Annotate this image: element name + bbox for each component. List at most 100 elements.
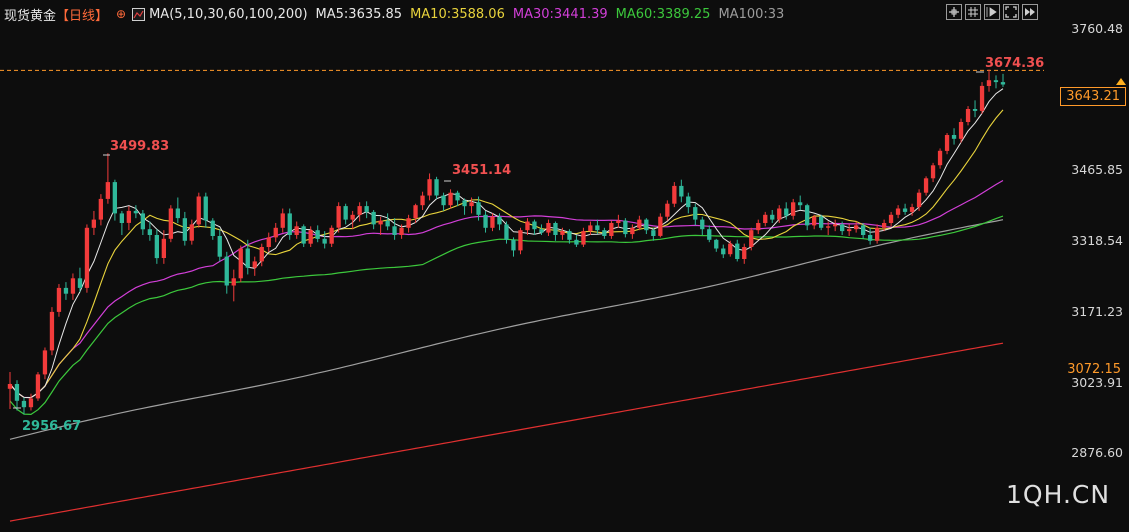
candle-body bbox=[609, 223, 614, 236]
fullscreen-icon[interactable] bbox=[1003, 4, 1019, 20]
ma10-value: MA10:3588.06 bbox=[410, 6, 505, 22]
candle-body bbox=[336, 206, 341, 228]
ma-params-label[interactable]: MA(5,10,30,60,100,200) bbox=[149, 7, 307, 22]
candle-body bbox=[854, 225, 859, 230]
candle-body bbox=[28, 398, 34, 408]
candle-body bbox=[819, 216, 824, 228]
candle-body bbox=[693, 207, 698, 220]
candle-body bbox=[784, 208, 789, 216]
candle-body bbox=[868, 235, 873, 241]
candle-body bbox=[49, 311, 55, 351]
candle-body bbox=[812, 216, 817, 226]
candle-body bbox=[245, 248, 250, 268]
candle-body bbox=[315, 230, 320, 239]
candle-body bbox=[357, 206, 362, 215]
y-tick-label: 3171.23 bbox=[1071, 304, 1123, 319]
candle-body bbox=[651, 230, 656, 236]
annotation-high-3: 3674.36 bbox=[985, 56, 1044, 71]
candle-body bbox=[203, 196, 208, 221]
candle-body bbox=[84, 227, 90, 288]
candle-body bbox=[154, 235, 159, 259]
candle-body bbox=[280, 213, 285, 228]
candle-body bbox=[434, 179, 439, 196]
candle-body bbox=[56, 287, 62, 312]
candle-body bbox=[658, 216, 663, 236]
candle-body bbox=[329, 227, 334, 244]
candle-body bbox=[378, 220, 383, 225]
candle-body bbox=[490, 216, 495, 228]
target-icon[interactable]: ⊕ bbox=[116, 7, 126, 21]
current-price-tag: 3643.21 bbox=[1060, 87, 1126, 106]
candle-body bbox=[119, 213, 124, 223]
crosshair-icon[interactable] bbox=[946, 4, 962, 20]
candle-body bbox=[1000, 82, 1006, 85]
candle-body bbox=[322, 238, 327, 244]
candle-body bbox=[623, 220, 628, 235]
fast-forward-icon[interactable] bbox=[1022, 4, 1038, 20]
candle-body bbox=[140, 213, 145, 230]
candle-body bbox=[266, 237, 271, 247]
y-tick-label: 3760.48 bbox=[1071, 21, 1123, 36]
chart-toolbar bbox=[946, 4, 1038, 20]
candle-body bbox=[77, 278, 83, 288]
candle-body bbox=[630, 227, 635, 235]
instrument-title: 现货黄金 bbox=[4, 8, 57, 24]
candle-body bbox=[672, 185, 677, 204]
grid-icon[interactable] bbox=[965, 4, 981, 20]
candle-body bbox=[882, 223, 887, 228]
candle-body bbox=[951, 135, 957, 139]
play-icon[interactable] bbox=[984, 4, 1000, 20]
candle-body bbox=[861, 225, 866, 235]
candle-body bbox=[777, 208, 782, 220]
period-selector[interactable]: 【日线】 bbox=[56, 5, 108, 24]
candle-body bbox=[560, 231, 565, 235]
candle-body bbox=[406, 218, 411, 228]
candle-body bbox=[427, 179, 432, 196]
candle-body bbox=[644, 219, 649, 231]
ma200-price-tag: 3072.15 bbox=[1062, 361, 1126, 378]
candle-body bbox=[923, 178, 929, 193]
candle-body bbox=[581, 231, 586, 245]
current-price-marker-icon bbox=[1116, 78, 1126, 85]
y-tick-label: 3465.85 bbox=[1071, 162, 1123, 177]
candle-body bbox=[189, 224, 194, 241]
candle-body bbox=[895, 208, 901, 215]
ma200-line bbox=[9, 342, 1004, 522]
candle-body bbox=[175, 208, 180, 219]
candle-body bbox=[916, 192, 922, 208]
candle-body bbox=[798, 202, 803, 206]
candle-body bbox=[196, 196, 201, 225]
candlestick-chart[interactable]: 3499.83 3451.14 3674.36 2956.67 现货黄金 【日线】 ⊕… bbox=[0, 0, 1129, 532]
candle-body bbox=[826, 226, 831, 228]
candle-body bbox=[441, 195, 446, 206]
volume-strip bbox=[0, 521, 600, 532]
y-tick-label: 2876.60 bbox=[1071, 445, 1123, 460]
chart-plot-area[interactable]: 3499.83 3451.14 3674.36 2956.67 bbox=[0, 0, 1129, 532]
candle-body bbox=[553, 223, 558, 235]
candle-body bbox=[833, 224, 838, 227]
candle-body bbox=[805, 205, 810, 226]
candle-body bbox=[14, 384, 20, 401]
candle-body bbox=[944, 135, 950, 151]
candle-body bbox=[182, 218, 187, 241]
candle-body bbox=[958, 122, 964, 139]
candle-body bbox=[770, 214, 775, 220]
candle-body bbox=[986, 80, 992, 86]
candle-body bbox=[98, 198, 103, 220]
candle-body bbox=[497, 216, 502, 225]
candle-body bbox=[972, 109, 978, 111]
candle-body bbox=[217, 236, 222, 257]
candle-body bbox=[308, 230, 313, 244]
candle-body bbox=[930, 165, 936, 179]
candle-body bbox=[546, 223, 551, 233]
candle-body bbox=[616, 220, 621, 223]
candle-body bbox=[294, 226, 299, 235]
ma30-value: MA30:3441.39 bbox=[512, 6, 608, 22]
indicator-chart-icon[interactable] bbox=[132, 7, 146, 21]
chart-header: 现货黄金 【日线】 ⊕ MA(5,10,30,60,100,200) MA5:3… bbox=[4, 5, 792, 24]
candle-body bbox=[888, 214, 894, 223]
candle-body bbox=[700, 219, 705, 230]
candle-body bbox=[539, 229, 544, 233]
candle-body bbox=[756, 223, 761, 231]
candle-body bbox=[63, 287, 69, 294]
